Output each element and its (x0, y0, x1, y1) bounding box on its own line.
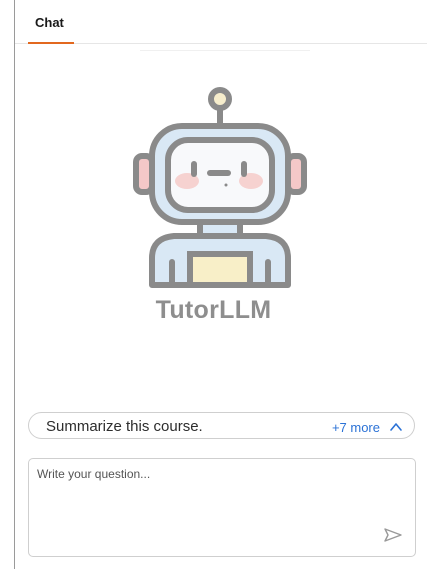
suggestion-text: Summarize this course. (46, 418, 203, 435)
panel-left-border (14, 0, 15, 569)
suggestion-chip[interactable]: Summarize this course. +7 more (28, 412, 415, 439)
send-icon[interactable] (383, 527, 403, 543)
chevron-up-icon[interactable] (389, 420, 403, 432)
tab-bar: Chat (15, 0, 427, 44)
tab-chat-label: Chat (35, 15, 64, 30)
robot-icon (130, 80, 310, 290)
brand-name: TutorLLM (155, 296, 272, 324)
question-input[interactable] (37, 467, 377, 527)
question-input-box[interactable] (28, 458, 416, 557)
active-tab-indicator (28, 42, 74, 44)
more-suggestions-link[interactable]: +7 more (332, 420, 380, 435)
tab-chat[interactable]: Chat (28, 0, 74, 44)
divider (140, 50, 310, 51)
